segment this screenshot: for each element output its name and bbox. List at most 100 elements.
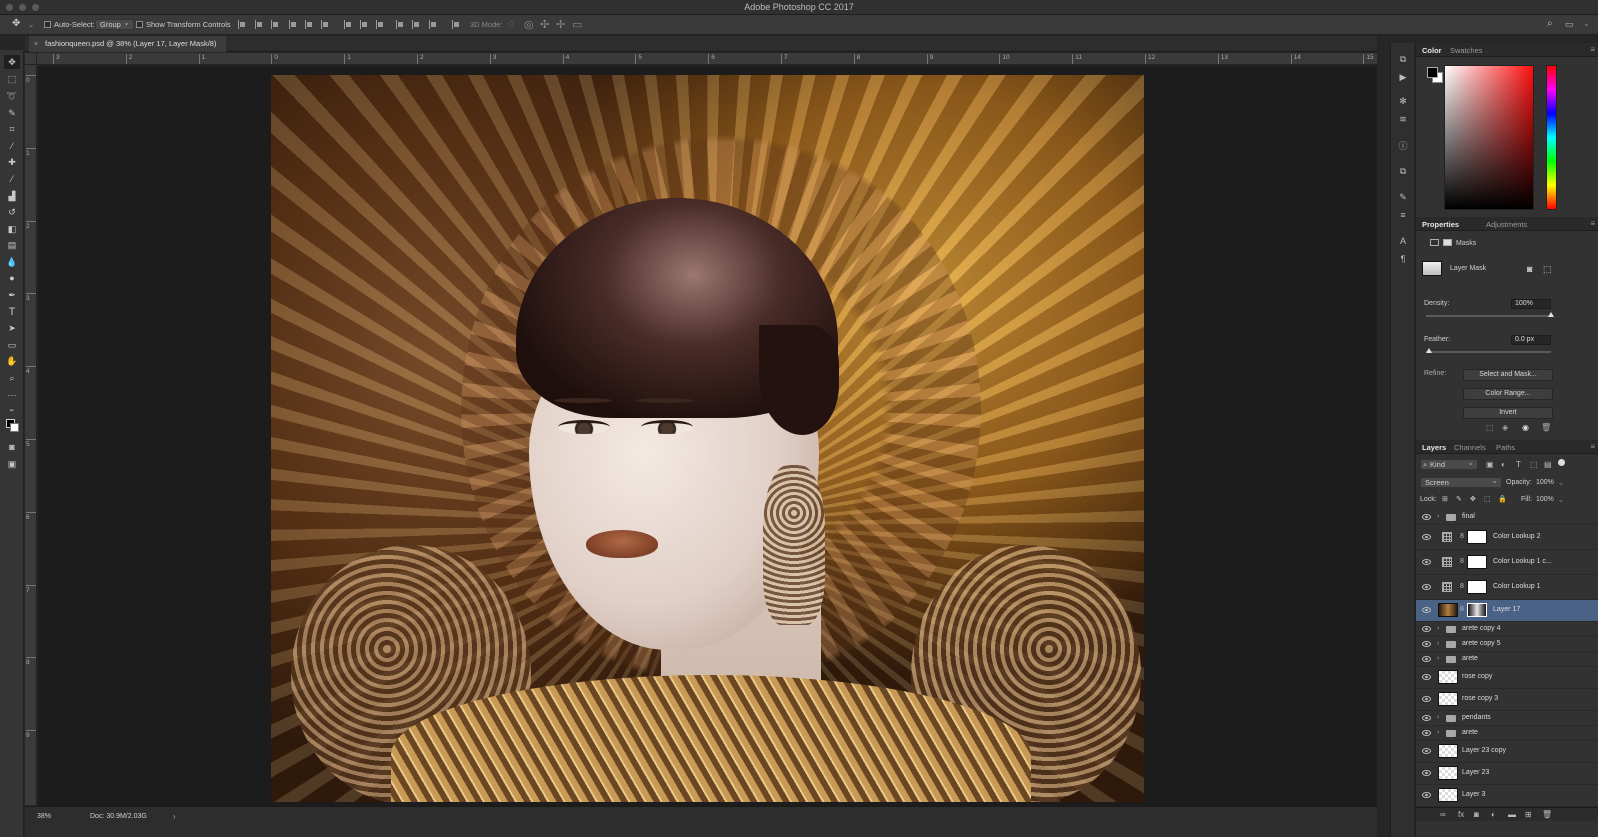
layer-name[interactable]: arete — [1462, 655, 1478, 662]
lock-artboard-icon[interactable]: ⬚ — [1484, 495, 1491, 503]
link-layers-icon[interactable]: ∞ — [1440, 810, 1446, 819]
layer-row[interactable]: › arete — [1416, 726, 1598, 741]
visibility-eye-icon[interactable] — [1422, 533, 1431, 540]
status-menu-arrow-icon[interactable]: › — [173, 812, 176, 821]
color-range-button[interactable]: Color Range... — [1463, 388, 1553, 400]
distribute-right-icon[interactable] — [429, 20, 438, 29]
layer-filter-kind-dropdown[interactable]: ⌕ Kind — [1420, 458, 1478, 470]
move-icon[interactable]: ✥ — [4, 55, 20, 69]
3d-orbit-icon[interactable]: ◌ — [508, 18, 515, 30]
layer-name[interactable]: arete — [1462, 729, 1478, 736]
select-and-mask-button[interactable]: Select and Mask... — [1463, 369, 1553, 381]
brush-settings-icon[interactable]: ≋ — [1397, 113, 1409, 125]
workspace-icon[interactable]: ▭ — [1565, 19, 1574, 30]
layer-name[interactable]: Color Lookup 1 — [1493, 583, 1540, 590]
blur-icon[interactable]: 💧 — [4, 255, 20, 269]
delete-layer-icon[interactable]: 🗑 — [1542, 810, 1552, 819]
filter-toggle-icon[interactable] — [1558, 459, 1565, 466]
layer-thumbnail[interactable] — [1438, 766, 1458, 780]
layer-name[interactable]: Layer 23 — [1462, 769, 1489, 776]
lock-image-icon[interactable]: ✎ — [1456, 495, 1462, 503]
lock-position-icon[interactable]: ✥ — [1470, 495, 1476, 503]
invert-button[interactable]: Invert — [1463, 407, 1553, 419]
visibility-eye-icon[interactable] — [1422, 583, 1431, 590]
layer-mask-thumbnail[interactable] — [1467, 529, 1487, 544]
layer-name[interactable]: Layer 3 — [1462, 791, 1485, 798]
visibility-eye-icon[interactable] — [1422, 607, 1431, 613]
document-tab[interactable]: × fashionqueen.psd @ 38% (Layer 17, Laye… — [29, 36, 227, 52]
add-vector-mask-icon[interactable]: ⬚ — [1543, 264, 1552, 275]
history-brush-icon[interactable]: ↺ — [4, 205, 20, 219]
ruler-origin[interactable] — [25, 53, 37, 65]
new-group-icon[interactable]: ▬ — [1508, 810, 1516, 819]
align-vcenter-icon[interactable] — [255, 20, 264, 29]
hand-icon[interactable]: ✋ — [4, 354, 20, 368]
expand-group-icon[interactable]: › — [1437, 640, 1439, 647]
3d-roll-icon[interactable]: ◎ — [524, 18, 534, 31]
density-input[interactable]: 100% — [1511, 299, 1551, 309]
dodge-icon[interactable]: ● — [4, 271, 20, 285]
history-icon[interactable]: ⧉ — [1397, 53, 1409, 65]
visibility-eye-icon[interactable] — [1422, 696, 1431, 702]
density-slider[interactable] — [1426, 312, 1554, 317]
layer-row[interactable]: rose copy 3 — [1416, 689, 1598, 711]
foreground-background-swatch[interactable] — [4, 418, 20, 434]
quick-mask-icon[interactable]: ◙ — [4, 440, 20, 454]
feather-input[interactable]: 0.0 px — [1511, 335, 1551, 345]
load-selection-icon[interactable]: ⬚ — [1486, 423, 1494, 432]
color-swatch-pair[interactable] — [1426, 66, 1446, 86]
tab-properties[interactable]: Properties — [1422, 220, 1459, 229]
workspace-chevron-icon[interactable]: ⌄ — [1583, 19, 1590, 28]
hue-slider[interactable] — [1546, 65, 1557, 210]
foreground-color-swatch[interactable] — [1427, 67, 1438, 78]
lock-all-icon[interactable]: 🔒 — [1498, 495, 1507, 503]
visibility-eye-icon[interactable] — [1422, 714, 1431, 721]
paragraph-icon[interactable]: ¶ — [1397, 253, 1409, 265]
visibility-eye-icon[interactable] — [1422, 640, 1431, 647]
layer-row[interactable]: › arete copy 5 — [1416, 637, 1598, 652]
close-tab-icon[interactable]: × — [34, 39, 38, 48]
visibility-eye-icon[interactable] — [1422, 655, 1431, 662]
more-tools-icon[interactable]: ⋯ — [4, 388, 20, 402]
layer-name[interactable]: Layer 17 — [1493, 606, 1520, 613]
layer-row[interactable]: Layer 3 — [1416, 785, 1598, 807]
clone-source-icon[interactable]: ⧉ — [1397, 165, 1409, 177]
tab-paths[interactable]: Paths — [1496, 443, 1515, 452]
info-icon[interactable]: ⓘ — [1397, 139, 1409, 151]
visibility-eye-icon[interactable] — [1422, 674, 1431, 680]
select-pixel-mask-icon[interactable]: ◙ — [1527, 264, 1532, 274]
align-left-icon[interactable] — [289, 20, 298, 29]
vector-mask-icon[interactable] — [1443, 239, 1452, 246]
new-layer-icon[interactable]: ⊞ — [1525, 810, 1532, 819]
move-tool-icon[interactable]: ✥ — [12, 18, 20, 29]
crop-icon[interactable]: ⌗ — [4, 122, 20, 136]
layer-name[interactable]: arete copy 5 — [1462, 640, 1501, 647]
actions-play-icon[interactable]: ▶ — [1397, 71, 1409, 83]
layer-thumbnail[interactable] — [1438, 692, 1458, 706]
filter-pixel-icon[interactable]: ▣ — [1486, 460, 1494, 469]
layer-thumbnail[interactable] — [1438, 744, 1458, 758]
filter-adjustment-icon[interactable]: ◐ — [1501, 460, 1506, 469]
3d-pan-icon[interactable]: ✣ — [540, 18, 549, 31]
filter-smart-object-icon[interactable]: ▤ — [1544, 460, 1552, 469]
lasso-icon[interactable]: ➰ — [4, 89, 20, 103]
visibility-eye-icon[interactable] — [1422, 558, 1431, 565]
rectangle-icon[interactable]: ▭ — [4, 338, 20, 352]
quick-select-icon[interactable]: ✎ — [4, 106, 20, 120]
tab-channels[interactable]: Channels — [1454, 443, 1486, 452]
stamp-icon[interactable]: ▟ — [4, 189, 20, 203]
layer-mask-thumbnail[interactable] — [1467, 554, 1487, 569]
layer-mask-thumbnail[interactable] — [1467, 579, 1487, 594]
search-icon[interactable]: ⌕ — [1547, 18, 1553, 29]
3d-slide-icon[interactable]: ✢ — [556, 18, 565, 31]
fill-value[interactable]: 100% — [1536, 496, 1554, 503]
toggle-mask-icon[interactable]: ◉ — [1522, 423, 1529, 432]
type-icon[interactable]: T — [4, 305, 20, 319]
layer-thumbnail[interactable] — [1438, 603, 1458, 617]
document-artwork[interactable] — [271, 75, 1144, 802]
blend-mode-dropdown[interactable]: Screen — [1420, 476, 1502, 488]
canvas-area[interactable] — [38, 66, 1377, 806]
tab-color[interactable]: Color — [1422, 46, 1442, 55]
horizontal-ruler[interactable]: 3 2 1 0 1 2 3 4 5 6 7 8 9 10 11 12 13 14 15 — [37, 53, 1377, 65]
distribute-hcenter-icon[interactable] — [412, 20, 421, 29]
